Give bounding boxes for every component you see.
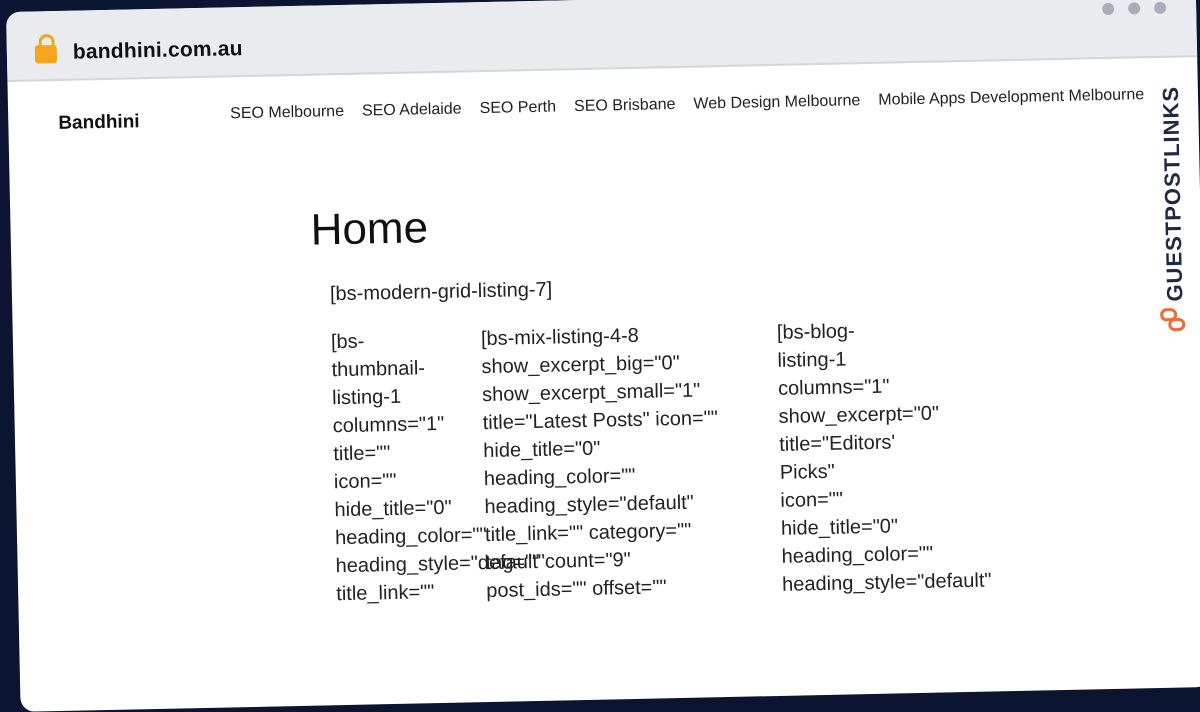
shortcode-modern-grid: [bs-modern-grid-listing-7] [329, 278, 553, 306]
shortcode-column-blog-listing: [bs-blog- listing-1 columns="1" show_exc… [777, 314, 1023, 599]
guestpostlinks-watermark: GUESTPOSTLINKS [1149, 43, 1195, 344]
nav-item-seo-adelaide[interactable]: SEO Adelaide [362, 100, 462, 120]
window-dot-icon[interactable] [1128, 2, 1141, 15]
shortcode-line: post_ids="" offset="" [486, 576, 667, 603]
shortcode-line: listing-1 [331, 385, 402, 410]
page-title: Home [310, 203, 429, 255]
watermark-text: GUESTPOSTLINKS [1157, 85, 1188, 302]
site-brand[interactable]: Bandhini [58, 111, 140, 135]
link-chain-icon [1160, 308, 1186, 332]
main-menu: SEO Melbourne SEO Adelaide SEO Perth SEO… [230, 86, 1144, 123]
shortcode-columns: [bs- thumbnail- listing-1 columns="1" ti… [313, 312, 1100, 688]
lock-icon [34, 44, 58, 64]
nav-item-seo-brisbane[interactable]: SEO Brisbane [574, 96, 676, 116]
shortcode-line: heading_style="default" [335, 550, 546, 578]
nav-item-seo-melbourne[interactable]: SEO Melbourne [230, 103, 344, 123]
nav-item-mobile-apps-development-melbourne[interactable]: Mobile Apps Development Melbourne [878, 86, 1144, 110]
shortcode-column-thumbnail: [bs- thumbnail- listing-1 columns="1" ti… [330, 325, 546, 608]
shortcode-line: columns="1" [332, 412, 445, 438]
shortcode-line: thumbnail- [331, 357, 426, 382]
shortcode-line: [bs- [330, 330, 365, 354]
nav-item-seo-perth[interactable]: SEO Perth [479, 99, 556, 119]
shortcode-line: hide_title="0" [334, 496, 452, 522]
page-content: Home [bs-modern-grid-listing-7] [bs- thu… [310, 189, 1100, 688]
shortcode-line: icon="" [333, 469, 397, 494]
nav-item-web-design-melbourne[interactable]: Web Design Melbourne [693, 92, 860, 113]
address-bar-url[interactable]: bandhini.com.au [73, 37, 243, 65]
window-dot-icon[interactable] [1102, 2, 1115, 16]
shortcode-column-mix-listing: [bs-mix-listing-4-8 show_excerpt_big="0"… [481, 319, 767, 605]
shortcode-line: heading_style="default" [781, 569, 992, 596]
browser-window: bandhini.com.au Bandhini SEO Melbourne S… [6, 0, 1200, 712]
window-dot-icon[interactable] [1154, 1, 1167, 14]
window-controls [1102, 1, 1167, 16]
shortcode-line: title_link="" [336, 581, 435, 606]
shortcode-line: heading_color="" [334, 524, 487, 550]
shortcode-line: title="" [333, 442, 391, 466]
